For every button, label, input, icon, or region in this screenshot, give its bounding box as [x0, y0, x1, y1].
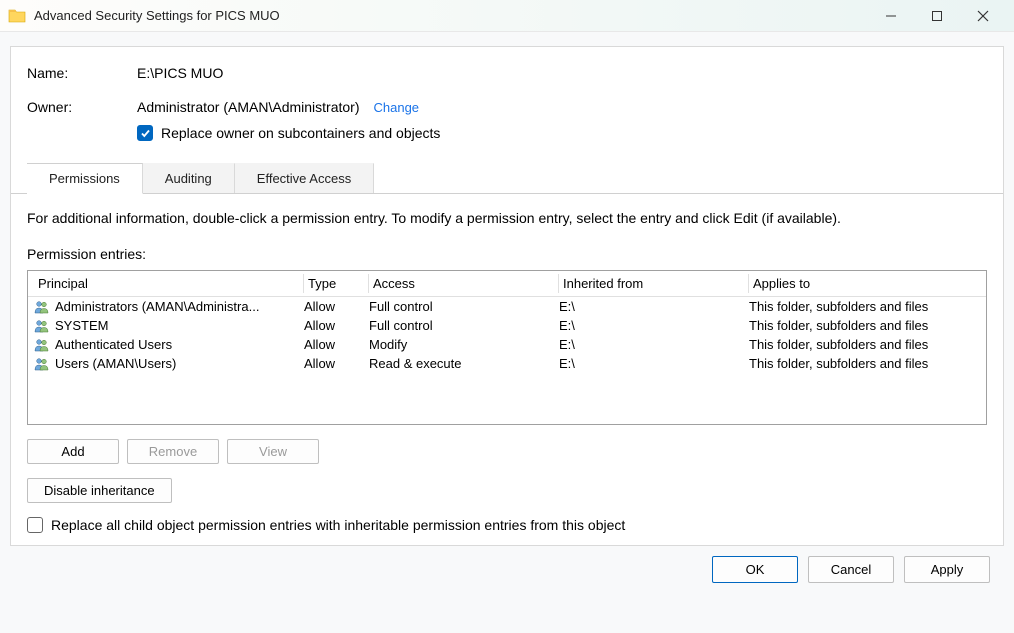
cell-inherited: E:\: [559, 299, 749, 314]
tab-permissions[interactable]: Permissions: [27, 163, 143, 194]
dialog-buttons: OK Cancel Apply: [10, 546, 1004, 583]
replace-child-label: Replace all child object permission entr…: [51, 517, 625, 533]
cell-access: Read & execute: [369, 356, 559, 371]
cell-principal: Authenticated Users: [55, 337, 172, 352]
cell-inherited: E:\: [559, 337, 749, 352]
ok-button[interactable]: OK: [712, 556, 798, 583]
cell-type: Allow: [304, 356, 369, 371]
header-applies[interactable]: Applies to: [749, 274, 980, 293]
tab-auditing[interactable]: Auditing: [143, 163, 235, 193]
group-icon: [34, 357, 50, 371]
replace-child-checkbox[interactable]: [27, 517, 43, 533]
cell-inherited: E:\: [559, 356, 749, 371]
cell-type: Allow: [304, 337, 369, 352]
tabs: Permissions Auditing Effective Access: [11, 163, 1003, 194]
cell-inherited: E:\: [559, 318, 749, 333]
header-principal[interactable]: Principal: [34, 274, 304, 293]
window-title: Advanced Security Settings for PICS MUO: [34, 8, 868, 23]
table-row[interactable]: Users (AMAN\Users) AllowRead & executeE:\…: [28, 354, 986, 373]
owner-value: Administrator (AMAN\Administrator): [137, 99, 360, 115]
tab-effective-access[interactable]: Effective Access: [235, 163, 374, 193]
main-panel: Name: E:\PICS MUO Owner: Administrator (…: [10, 46, 1004, 546]
cell-applies: This folder, subfolders and files: [749, 299, 980, 314]
owner-label: Owner:: [27, 99, 137, 115]
replace-owner-label: Replace owner on subcontainers and objec…: [161, 125, 440, 141]
entries-label: Permission entries:: [27, 246, 987, 262]
header-access[interactable]: Access: [369, 274, 559, 293]
table-row[interactable]: SYSTEM AllowFull controlE:\This folder, s…: [28, 316, 986, 335]
titlebar: Advanced Security Settings for PICS MUO: [0, 0, 1014, 32]
window-controls: [868, 0, 1006, 32]
tab-description: For additional information, double-click…: [27, 210, 987, 226]
close-button[interactable]: [960, 0, 1006, 32]
replace-owner-checkbox[interactable]: [137, 125, 153, 141]
cell-access: Full control: [369, 299, 559, 314]
cell-applies: This folder, subfolders and files: [749, 356, 980, 371]
maximize-button[interactable]: [914, 0, 960, 32]
add-button[interactable]: Add: [27, 439, 119, 464]
apply-button[interactable]: Apply: [904, 556, 990, 583]
cell-access: Modify: [369, 337, 559, 352]
permission-entries-table: Principal Type Access Inherited from App…: [27, 270, 987, 425]
table-header: Principal Type Access Inherited from App…: [28, 271, 986, 297]
view-button[interactable]: View: [227, 439, 319, 464]
cell-applies: This folder, subfolders and files: [749, 318, 980, 333]
folder-icon: [8, 7, 26, 25]
cell-type: Allow: [304, 299, 369, 314]
cell-applies: This folder, subfolders and files: [749, 337, 980, 352]
change-owner-link[interactable]: Change: [374, 100, 420, 115]
name-label: Name:: [27, 65, 137, 81]
name-value: E:\PICS MUO: [137, 65, 223, 81]
group-icon: [34, 338, 50, 352]
cell-principal: Users (AMAN\Users): [55, 356, 176, 371]
header-type[interactable]: Type: [304, 274, 369, 293]
remove-button[interactable]: Remove: [127, 439, 219, 464]
cell-principal: Administrators (AMAN\Administra...: [55, 299, 259, 314]
cell-access: Full control: [369, 318, 559, 333]
group-icon: [34, 319, 50, 333]
cancel-button[interactable]: Cancel: [808, 556, 894, 583]
disable-inheritance-button[interactable]: Disable inheritance: [27, 478, 172, 503]
header-inherited[interactable]: Inherited from: [559, 274, 749, 293]
table-row[interactable]: Administrators (AMAN\Administra... AllowF…: [28, 297, 986, 316]
cell-principal: SYSTEM: [55, 318, 108, 333]
table-row[interactable]: Authenticated Users AllowModifyE:\This fo…: [28, 335, 986, 354]
group-icon: [34, 300, 50, 314]
minimize-button[interactable]: [868, 0, 914, 32]
cell-type: Allow: [304, 318, 369, 333]
